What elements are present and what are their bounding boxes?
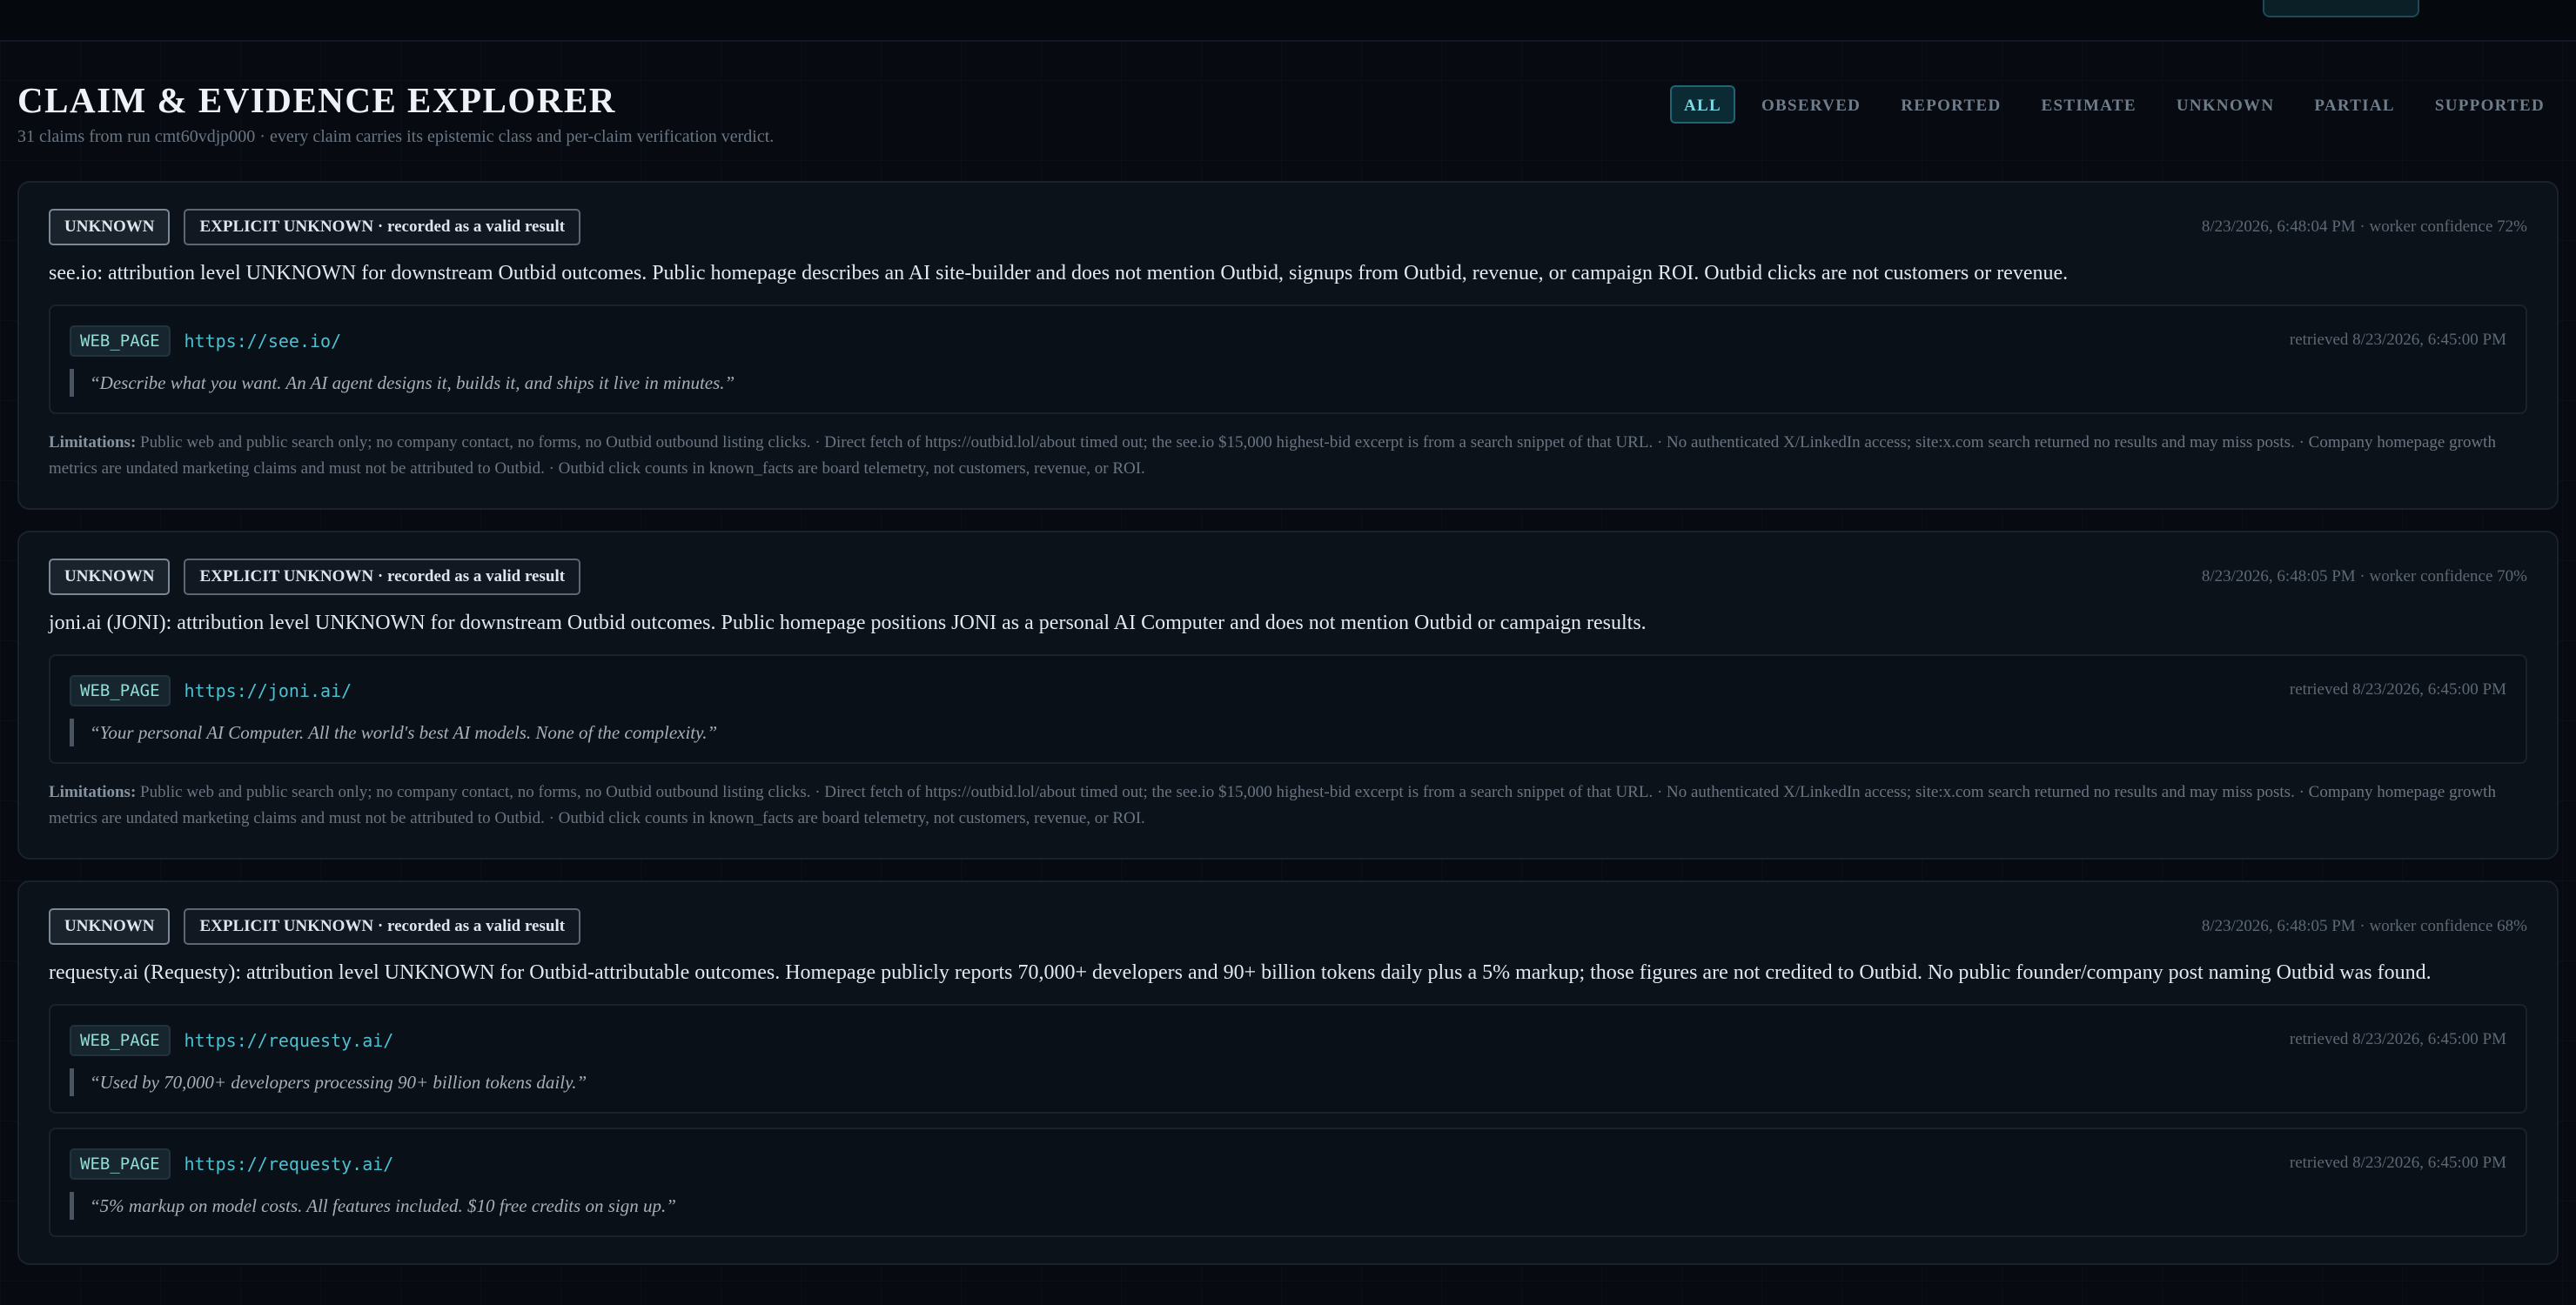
claim-text: see.io: attribution level UNKNOWN for do… <box>49 262 2069 284</box>
evidence-retrieved-time: retrieved 8/23/2026, 6:45:00 PM <box>2289 680 2506 699</box>
claim-timestamp-confidence: 8/23/2026, 6:48:04 PM · worker confidenc… <box>2201 218 2527 236</box>
claim-limitations: Limitations: Public web and public searc… <box>49 430 2527 482</box>
evidence-quote: “Describe what you want. An AI agent des… <box>70 369 2506 397</box>
filter-tab-estimate[interactable]: ESTIMATE <box>2028 85 2150 124</box>
claim-badges: UNKNOWN EXPLICIT UNKNOWN · recorded as a … <box>49 908 2527 945</box>
claim-badges: UNKNOWN EXPLICIT UNKNOWN · recorded as a … <box>49 559 2527 595</box>
claim-text: requesty.ai (Requesty): attribution leve… <box>49 961 2432 984</box>
evidence-retrieved-time: retrieved 8/23/2026, 6:45:00 PM <box>2289 1154 2506 1172</box>
claim-card: UNKNOWN EXPLICIT UNKNOWN · recorded as a … <box>17 531 2559 860</box>
evidence-quote: “Used by 70,000+ developers processing 9… <box>70 1068 2506 1096</box>
epistemic-class-badge: UNKNOWN <box>49 209 171 245</box>
claim-card: UNKNOWN EXPLICIT UNKNOWN · recorded as a … <box>17 880 2559 1265</box>
epistemic-class-badge: UNKNOWN <box>49 559 171 595</box>
verification-verdict-badge: EXPLICIT UNKNOWN · recorded as a valid r… <box>184 908 581 945</box>
filter-tab-partial[interactable]: PARTIAL <box>2300 85 2409 124</box>
page-title: CLAIM & EVIDENCE EXPLORER <box>17 80 616 120</box>
claim-badges: UNKNOWN EXPLICIT UNKNOWN · recorded as a … <box>49 209 2527 245</box>
verification-verdict-badge: EXPLICIT UNKNOWN · recorded as a valid r… <box>184 209 581 245</box>
evidence-url-link[interactable]: https://see.io/ <box>184 331 342 351</box>
claim-timestamp-confidence: 8/23/2026, 6:48:05 PM · worker confidenc… <box>2201 917 2527 935</box>
evidence-item: WEB_PAGE https://requesty.ai/retrieved 8/… <box>49 1004 2527 1114</box>
evidence-quote: “Your personal AI Computer. All the worl… <box>70 719 2506 746</box>
evidence-retrieved-time: retrieved 8/23/2026, 6:45:00 PM <box>2289 1030 2506 1048</box>
filter-tab-reported[interactable]: REPORTED <box>1887 85 2015 124</box>
evidence-url-link[interactable]: https://requesty.ai/ <box>184 1154 394 1174</box>
filter-tab-observed[interactable]: OBSERVED <box>1748 85 1875 124</box>
top-nav-bar <box>0 0 2576 42</box>
page-subtitle: 31 claims from run cmt60vdjp000 · every … <box>17 127 775 146</box>
top-nav-button[interactable] <box>2263 0 2419 17</box>
evidence-item: WEB_PAGE https://see.io/retrieved 8/23/20… <box>49 304 2527 414</box>
evidence-retrieved-time: retrieved 8/23/2026, 6:45:00 PM <box>2289 331 2506 349</box>
evidence-type-tag: WEB_PAGE <box>70 325 171 357</box>
claim-card: UNKNOWN EXPLICIT UNKNOWN · recorded as a … <box>17 181 2559 510</box>
limitations-text: Public web and public search only; no co… <box>49 783 2496 827</box>
claim-limitations: Limitations: Public web and public searc… <box>49 780 2527 832</box>
filter-tab-supported[interactable]: SUPPORTED <box>2421 85 2559 124</box>
limitations-text: Public web and public search only; no co… <box>49 433 2496 478</box>
evidence-item: WEB_PAGE https://joni.ai/retrieved 8/23/2… <box>49 654 2527 764</box>
epistemic-filter-tabs: ALL OBSERVED REPORTED ESTIMATE UNKNOWN PARTIA… <box>1669 85 2559 124</box>
page-header: CLAIM & EVIDENCE EXPLORER 31 claims from… <box>17 73 2559 160</box>
limitations-label: Limitations: <box>49 783 137 801</box>
evidence-url-link[interactable]: https://joni.ai/ <box>184 680 352 701</box>
evidence-type-tag: WEB_PAGE <box>70 1148 171 1180</box>
claim-text: joni.ai (JONI): attribution level UNKNOW… <box>49 612 1647 634</box>
evidence-url-link[interactable]: https://requesty.ai/ <box>184 1030 394 1051</box>
verification-verdict-badge: EXPLICIT UNKNOWN · recorded as a valid r… <box>184 559 581 595</box>
claims-list: UNKNOWN EXPLICIT UNKNOWN · recorded as a … <box>17 181 2559 1286</box>
claim-timestamp-confidence: 8/23/2026, 6:48:05 PM · worker confidenc… <box>2201 567 2527 586</box>
epistemic-class-badge: UNKNOWN <box>49 908 171 945</box>
evidence-item: WEB_PAGE https://requesty.ai/retrieved 8/… <box>49 1128 2527 1237</box>
evidence-type-tag: WEB_PAGE <box>70 1025 171 1056</box>
limitations-label: Limitations: <box>49 433 137 452</box>
evidence-quote: “5% markup on model costs. All features … <box>70 1192 2506 1220</box>
filter-tab-all[interactable]: ALL <box>1669 85 1735 124</box>
filter-tab-unknown[interactable]: UNKNOWN <box>2163 85 2289 124</box>
evidence-type-tag: WEB_PAGE <box>70 675 171 706</box>
